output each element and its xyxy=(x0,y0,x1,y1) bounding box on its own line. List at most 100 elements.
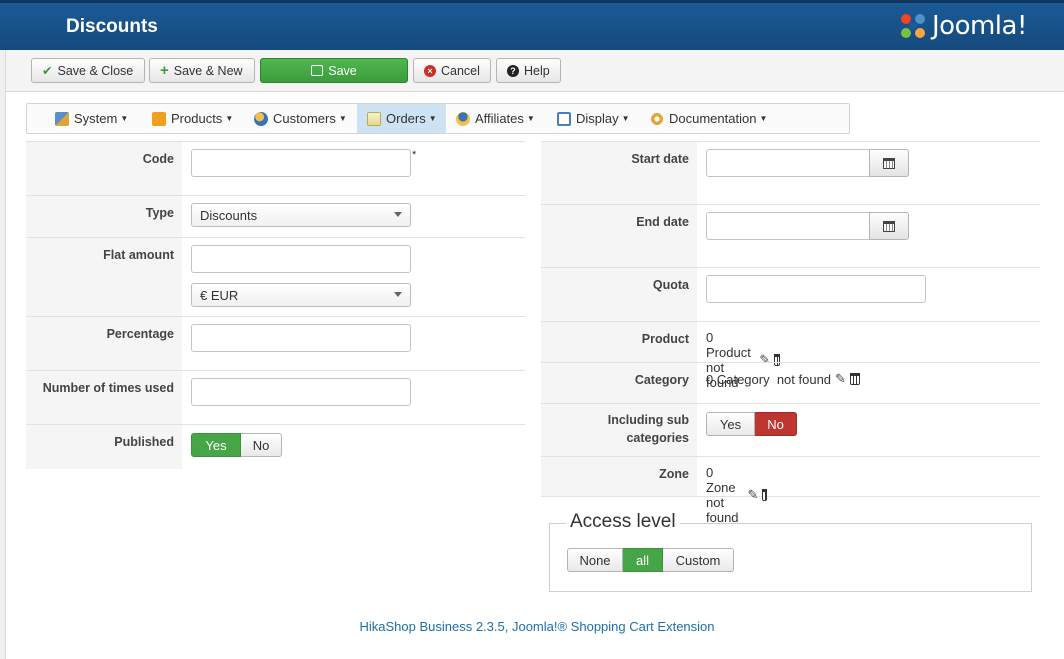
save-button[interactable]: Save xyxy=(260,58,408,83)
start-date-calendar-button[interactable] xyxy=(869,149,909,177)
trash-icon[interactable] xyxy=(849,373,860,385)
calendar-icon xyxy=(883,220,895,232)
code-label: Code xyxy=(26,142,182,195)
menu-customers-label: Customers xyxy=(273,111,336,126)
including-sub-label: Including sub categories xyxy=(541,404,697,456)
joomla-logo-icon xyxy=(901,14,925,38)
type-select[interactable]: Discounts xyxy=(191,203,411,227)
quota-input[interactable] xyxy=(706,275,926,303)
orders-icon xyxy=(367,111,381,126)
caret-down-icon: ▼ xyxy=(120,114,129,123)
type-select-value: Discounts xyxy=(200,208,258,223)
end-date-input[interactable] xyxy=(706,212,870,240)
menu-display[interactable]: Display ▼ xyxy=(557,104,630,133)
currency-select-value: € EUR xyxy=(200,288,239,303)
product-label: Product xyxy=(541,322,697,362)
save-new-label: Save & New xyxy=(173,63,243,78)
toolbar: ✔ Save & Close + Save & New Save × Cance… xyxy=(6,50,1064,92)
quota-label: Quota xyxy=(541,268,697,321)
menu-orders-label: Orders xyxy=(386,111,426,126)
documentation-icon xyxy=(650,111,664,126)
caret-down-icon: ▼ xyxy=(428,114,437,123)
including-sub-label-line2: categories xyxy=(626,431,689,445)
times-used-label: Number of times used xyxy=(26,371,182,424)
caret-down-icon: ▼ xyxy=(338,114,347,123)
menu-documentation-label: Documentation xyxy=(669,111,757,126)
end-date-calendar-button[interactable] xyxy=(869,212,909,240)
menu-system[interactable]: System ▼ xyxy=(55,104,128,133)
calendar-icon xyxy=(883,157,895,169)
footer-link[interactable]: HikaShop Business 2.3.5, Joomla!® Shoppi… xyxy=(360,619,715,634)
pencil-icon[interactable]: ✎ xyxy=(747,487,758,503)
dropdown-arrow-icon xyxy=(394,292,402,297)
published-yes-button[interactable]: Yes xyxy=(191,433,241,457)
page-title: Discounts xyxy=(66,16,158,37)
display-icon xyxy=(557,111,571,126)
hikashop-menu: System ▼ Products ▼ Customers ▼ Orders ▼ Aff… xyxy=(26,103,850,134)
trash-icon[interactable] xyxy=(762,489,768,501)
including-sub-yes-button[interactable]: Yes xyxy=(706,412,755,436)
menu-system-label: System xyxy=(74,111,118,126)
menu-products[interactable]: Products ▼ xyxy=(152,104,233,133)
percentage-input[interactable] xyxy=(191,324,411,352)
dropdown-arrow-icon xyxy=(394,212,402,217)
save-close-label: Save & Close xyxy=(57,63,134,78)
access-none-button[interactable]: None xyxy=(567,548,623,572)
flat-amount-input[interactable] xyxy=(191,245,411,273)
menu-display-label: Display xyxy=(576,111,619,126)
published-toggle: Yes No xyxy=(191,433,282,457)
type-label: Type xyxy=(26,196,182,237)
published-no-button[interactable]: No xyxy=(241,433,282,457)
required-marker: * xyxy=(412,149,417,161)
help-button[interactable]: ? Help xyxy=(496,58,561,83)
percentage-label: Percentage xyxy=(26,317,182,370)
cancel-icon: × xyxy=(424,64,436,77)
start-date-input[interactable] xyxy=(706,149,870,177)
cancel-button[interactable]: × Cancel xyxy=(413,58,491,83)
plus-icon: + xyxy=(160,62,169,79)
menu-documentation[interactable]: Documentation ▼ xyxy=(650,104,767,133)
category-label: Category xyxy=(541,363,697,403)
published-label: Published xyxy=(26,425,182,469)
times-used-input[interactable] xyxy=(191,378,411,406)
including-sub-no-button[interactable]: No xyxy=(755,412,797,436)
pencil-icon[interactable]: ✎ xyxy=(835,371,846,387)
end-date-label: End date xyxy=(541,205,697,267)
flat-amount-label: Flat amount xyxy=(26,238,182,316)
joomla-logo: Joomla! xyxy=(898,9,1027,43)
access-all-button[interactable]: all xyxy=(623,548,663,572)
category-value: 0 Category not found ✎ xyxy=(706,371,860,387)
zone-value: 0 Zone not found ✎ xyxy=(706,465,768,525)
menu-affiliates[interactable]: Affiliates ▼ xyxy=(456,104,535,133)
products-icon xyxy=(152,111,166,126)
start-date-label: Start date xyxy=(541,142,697,204)
caret-down-icon: ▼ xyxy=(621,114,630,123)
category-value-text: 0 Category not found xyxy=(706,371,832,387)
caret-down-icon: ▼ xyxy=(526,114,535,123)
zone-value-text: 0 Zone not found xyxy=(706,465,739,525)
including-sub-label-line1: Including sub xyxy=(607,413,689,427)
customers-icon xyxy=(254,111,268,126)
currency-select[interactable]: € EUR xyxy=(191,283,411,307)
edit-icon xyxy=(311,65,324,76)
save-new-button[interactable]: + Save & New xyxy=(149,58,255,83)
access-custom-button[interactable]: Custom xyxy=(663,548,734,572)
access-level-toggle: None all Custom xyxy=(567,548,734,572)
menu-customers[interactable]: Customers ▼ xyxy=(254,104,347,133)
tools-icon xyxy=(55,111,69,126)
joomla-logo-text: Joomla! xyxy=(932,11,1027,41)
menu-orders[interactable]: Orders ▼ xyxy=(357,104,446,133)
code-input[interactable] xyxy=(191,149,411,177)
window-edge xyxy=(0,50,6,659)
menu-affiliates-label: Affiliates xyxy=(475,111,524,126)
save-close-button[interactable]: ✔ Save & Close xyxy=(31,58,145,83)
menu-products-label: Products xyxy=(171,111,223,126)
caret-down-icon: ▼ xyxy=(759,114,768,123)
zone-label: Zone xyxy=(541,457,697,496)
help-icon: ? xyxy=(507,64,519,77)
cancel-label: Cancel xyxy=(441,63,480,78)
check-icon: ✔ xyxy=(42,64,53,78)
page-header: Discounts Joomla! xyxy=(0,0,1064,50)
help-label: Help xyxy=(524,63,550,78)
access-level-legend: Access level xyxy=(566,511,680,533)
